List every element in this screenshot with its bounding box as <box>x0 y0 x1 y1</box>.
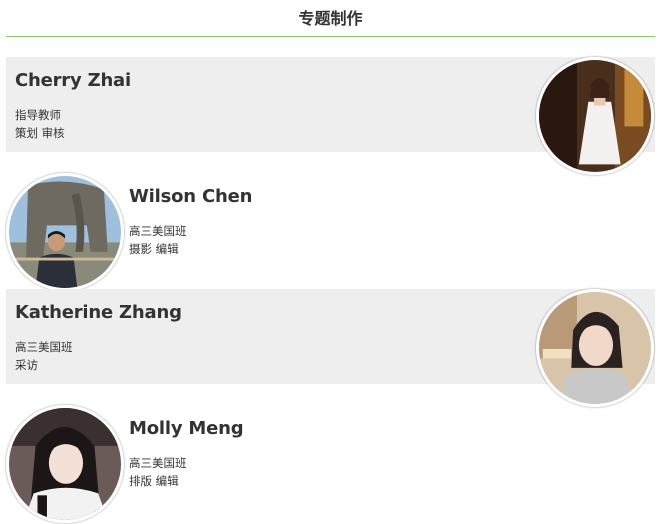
member-role: 高三美国班 <box>129 456 187 470</box>
member-role: 高三美国班 <box>15 340 73 354</box>
member-name: Molly Meng <box>129 418 244 439</box>
member-role: 高三美国班 <box>129 224 187 238</box>
portrait-photo <box>539 292 651 404</box>
member-avatar-cherry-zhai <box>536 57 654 175</box>
portrait-photo <box>9 176 121 288</box>
page-title: 专题制作 <box>298 9 363 28</box>
member-avatar-katherine-zhang <box>536 289 654 407</box>
member-name: Wilson Chen <box>129 186 253 207</box>
portrait-photo <box>539 60 651 172</box>
member-name: Cherry Zhai <box>15 70 131 91</box>
portrait-photo <box>9 408 121 520</box>
page-header: 专题制作 <box>6 0 655 37</box>
member-duties: 采访 <box>15 358 38 372</box>
member-name: Katherine Zhang <box>15 302 182 323</box>
member-role: 指导教师 <box>15 108 61 122</box>
member-duties: 摄影 编辑 <box>129 242 179 256</box>
member-avatar-molly-meng <box>6 405 124 523</box>
member-duties: 排版 编辑 <box>129 474 179 488</box>
member-duties: 策划 审核 <box>15 126 65 140</box>
member-avatar-wilson-chen <box>6 173 124 291</box>
